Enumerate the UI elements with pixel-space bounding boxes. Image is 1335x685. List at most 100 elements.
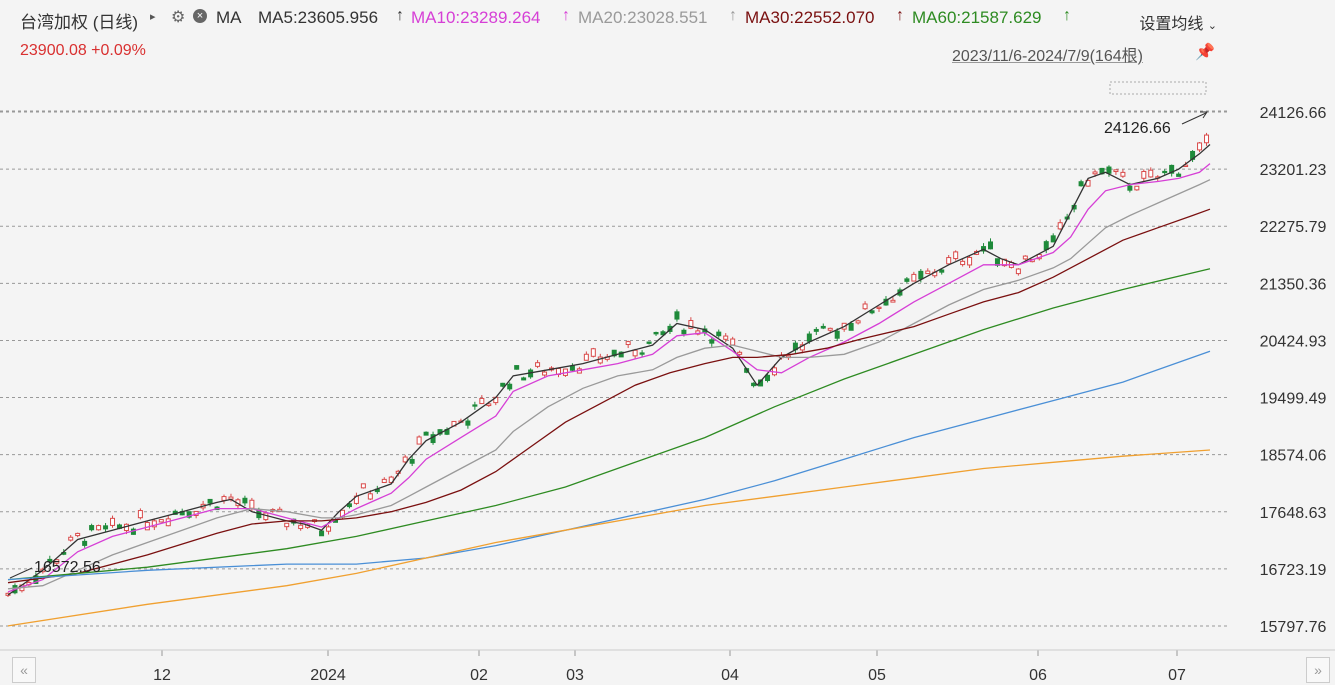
candle-up: [799, 344, 805, 351]
candle-up: [54, 559, 60, 564]
candle-down: [89, 525, 95, 531]
candle-down: [918, 270, 924, 280]
candle-down: [430, 434, 436, 444]
candle-up: [110, 517, 116, 526]
candle-down: [242, 497, 248, 504]
candle-down: [653, 331, 659, 335]
candle-down: [333, 519, 339, 523]
candle-up: [19, 584, 25, 592]
candle-up: [221, 496, 227, 501]
y-tick-label: 18574.06: [1260, 448, 1327, 465]
candle-up: [1001, 258, 1007, 267]
candle-up: [339, 509, 345, 518]
close-icon[interactable]: ×: [193, 9, 207, 23]
candle-down: [751, 382, 757, 387]
candle-up: [1008, 261, 1014, 268]
settings-ma-button[interactable]: 设置均线 ⌄: [1139, 10, 1217, 34]
candle-up: [326, 526, 332, 532]
y-tick-label: 17648.63: [1260, 505, 1327, 522]
candle-up: [542, 371, 548, 376]
candle-up: [137, 510, 143, 519]
candle-down: [346, 503, 352, 508]
ma-label: MA: [216, 8, 242, 27]
candle-down: [172, 510, 178, 515]
candle-up: [277, 508, 283, 513]
candle-up: [298, 524, 304, 530]
candle-up: [451, 420, 457, 427]
ma10-arrow: ↑: [562, 7, 570, 24]
candle-up: [1197, 142, 1203, 151]
candle-up: [5, 592, 11, 596]
x-tick-label: 07: [1168, 667, 1186, 684]
candle-up: [26, 581, 32, 586]
candle-up: [235, 499, 241, 507]
candle-up: [1183, 164, 1189, 167]
candle-up: [953, 251, 959, 260]
chart-title[interactable]: 台湾加权 (日线): [20, 8, 138, 33]
candle-up: [479, 397, 485, 405]
candle-down: [186, 511, 192, 518]
y-tick-label: 24126.66: [1260, 105, 1327, 122]
candle-up: [555, 368, 561, 375]
candle-down: [1162, 170, 1168, 174]
candle-up: [353, 495, 359, 504]
candle-down: [758, 379, 764, 387]
y-tick-label: 16723.19: [1260, 562, 1327, 579]
ma-line-ma60: [7, 268, 1211, 581]
ma5-arrow: ↑: [396, 7, 404, 24]
candle-up: [632, 349, 638, 357]
candle-down: [813, 328, 819, 332]
candle-down: [33, 575, 39, 584]
candle-down: [514, 365, 520, 370]
candle-up: [1120, 171, 1126, 177]
scroll-left-button[interactable]: «: [12, 657, 36, 683]
scroll-thumb[interactable]: [1109, 81, 1207, 95]
candle-up: [890, 299, 896, 303]
ma20-arrow: ↑: [729, 7, 737, 24]
date-range[interactable]: 2023/11/6-2024/7/9(164根): [952, 42, 1143, 66]
triangle-right-icon[interactable]: ▸: [150, 10, 156, 23]
candle-up: [1015, 268, 1021, 275]
ma-lines: [7, 144, 1211, 627]
candle-down: [130, 528, 136, 535]
candle-down: [618, 351, 624, 358]
candle-down: [660, 331, 666, 336]
candle-up: [911, 273, 917, 282]
candle-up: [158, 519, 164, 523]
candle-up: [695, 330, 701, 335]
ma30-value: MA30:22552.070: [745, 8, 875, 27]
y-tick-label: 15797.76: [1260, 619, 1327, 636]
y-axis-ticks: 24126.66 23201.23 22275.79 21350.36 20424.93…: [1260, 105, 1327, 636]
max-arrowhead: [1200, 111, 1208, 119]
chart-header: 台湾加权 (日线) ▸ ⚙ × MA MA5:23605.956 ↑ MA10:…: [0, 0, 1335, 36]
candle-down: [744, 368, 750, 373]
candle-up: [549, 367, 555, 371]
candle-up: [1113, 169, 1119, 173]
scroll-right-button[interactable]: »: [1306, 657, 1330, 683]
candle-down: [1043, 241, 1049, 251]
candle-up: [771, 367, 777, 376]
max-price-label: 24126.66: [1104, 120, 1171, 137]
candle-up: [123, 523, 129, 532]
ma30-arrow: ↑: [896, 7, 904, 24]
pin-icon[interactable]: 📌: [1195, 42, 1215, 62]
gear-icon[interactable]: ⚙: [171, 7, 185, 27]
candle-up: [1148, 169, 1154, 178]
candle-down: [500, 382, 506, 387]
candle-down: [1050, 235, 1056, 243]
candle-up: [597, 356, 603, 364]
ma-line-ma20: [7, 179, 1211, 590]
candle-down: [981, 246, 987, 252]
candle-down: [681, 329, 687, 335]
ma20-value: MA20:23028.551: [578, 8, 708, 27]
candle-down: [883, 298, 889, 306]
candle-up: [493, 396, 499, 404]
candle-down: [256, 509, 262, 519]
candlestick-chart[interactable]: 24126.66 23201.23 22275.79 21350.36 20424.93…: [0, 0, 1335, 685]
candle-up: [1141, 170, 1147, 179]
candle-down: [47, 558, 53, 563]
candle-down: [709, 339, 715, 344]
candle-up: [590, 348, 596, 357]
candle-up: [381, 478, 387, 483]
settings-ma-label: 设置均线: [1139, 16, 1204, 33]
